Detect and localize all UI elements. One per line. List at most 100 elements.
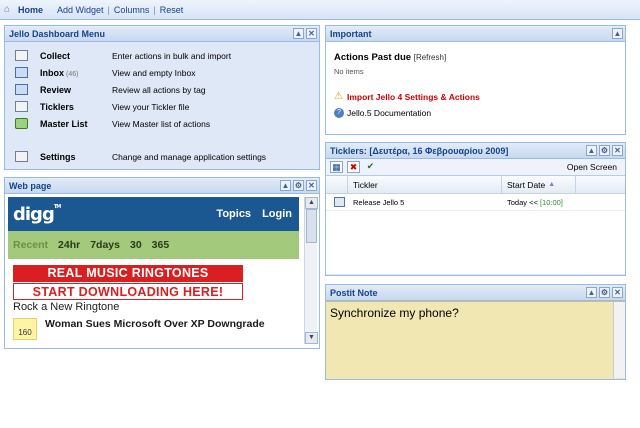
scroll-thumb[interactable] — [306, 209, 317, 243]
menu-label: Ticklers — [40, 101, 74, 112]
calendar-icon — [334, 197, 345, 207]
column-header-tickler[interactable]: Tickler — [348, 176, 502, 193]
column-header-start-date[interactable]: Start Date ▲ — [502, 176, 576, 193]
menu-desc: View and empty Inbox — [112, 67, 196, 78]
collapse-icon[interactable]: ▲ — [586, 287, 597, 298]
collapse-icon[interactable]: ▲ — [280, 180, 291, 191]
table-row[interactable]: Release Jello 5 Today << [10:00] — [326, 194, 625, 211]
menu-label: Master List — [40, 118, 88, 129]
story-title[interactable]: Woman Sues Microsoft Over XP Downgrade — [45, 318, 265, 330]
collapse-icon[interactable]: ▲ — [612, 28, 623, 39]
top-toolbar: ⌂ Home Add Widget | Columns | Reset — [0, 0, 640, 20]
home-link[interactable]: Home — [18, 5, 43, 15]
reset-link[interactable]: Reset — [160, 5, 184, 15]
panel-title: Web page — [9, 180, 52, 191]
menu-item-collect[interactable]: Collect Enter actions in bulk and import — [5, 47, 319, 64]
filter-7days[interactable]: 7days — [90, 239, 120, 251]
panel-header[interactable]: Postit Note ▲ ⚙ ✕ — [326, 285, 625, 301]
filter-365[interactable]: 365 — [152, 239, 170, 251]
scroll-down-icon[interactable]: ▼ — [305, 332, 318, 344]
settings-icon[interactable]: ⚙ — [293, 180, 304, 191]
grid-header: Tickler Start Date ▲ — [326, 176, 625, 194]
topics-link[interactable]: Topics — [216, 208, 251, 220]
warning-icon: ⚠ — [334, 91, 343, 102]
filter-24hr[interactable]: 24hr — [58, 239, 80, 251]
close-icon[interactable]: ✕ — [612, 287, 623, 298]
check-icon[interactable]: ✔ — [364, 161, 377, 173]
import-settings-link[interactable]: Import Jello 4 Settings & Actions — [347, 92, 480, 102]
menu-label: Inbox — [40, 67, 64, 78]
settings-icon — [15, 151, 28, 162]
collapse-icon[interactable]: ▲ — [293, 28, 304, 39]
collapse-icon[interactable]: ▲ — [586, 145, 597, 156]
menu-item-inbox[interactable]: Inbox (46) View and empty Inbox — [5, 64, 319, 81]
ticklers-panel: Ticklers: [Δευτέρα, 16 Φεβρουαρίου 2009]… — [325, 142, 626, 276]
add-widget-link[interactable]: Add Widget — [57, 5, 104, 15]
menu-label: Review — [40, 84, 72, 95]
close-icon[interactable]: ✕ — [306, 180, 317, 191]
menu-label: Collect — [40, 50, 71, 61]
panel-title: Important — [330, 28, 372, 39]
postit-textarea[interactable]: Synchronize my phone? — [326, 301, 625, 379]
master-list-icon — [15, 118, 28, 129]
postit-text: Synchronize my phone? — [330, 306, 459, 320]
digg-count[interactable]: 160 — [13, 318, 37, 340]
columns-link[interactable]: Columns — [114, 5, 150, 15]
ticklers-icon — [15, 101, 28, 112]
login-link[interactable]: Login — [262, 208, 292, 220]
ad-line-1: REAL MUSIC RINGTONES — [13, 265, 243, 282]
ringtone-text[interactable]: Rock a New Ringtone — [13, 301, 299, 313]
ticklers-grid: Tickler Start Date ▲ Release Jello 5 Tod… — [326, 176, 625, 274]
open-screen-button[interactable]: Open Screen — [567, 162, 617, 172]
vertical-scrollbar[interactable]: ▲ ▼ — [304, 197, 318, 344]
digg-logo-text: digg — [13, 203, 55, 225]
panel-header[interactable]: Ticklers: [Δευτέρα, 16 Φεβρουαρίου 2009]… — [326, 143, 625, 159]
import-row[interactable]: ⚠ Import Jello 4 Settings & Actions — [334, 91, 617, 103]
panel-header[interactable]: Jello Dashboard Menu ▲ ✕ — [5, 26, 319, 42]
separator: | — [107, 4, 110, 15]
home-icon[interactable]: ⌂ — [4, 4, 15, 15]
tickler-time: [10:00] — [539, 197, 563, 207]
menu-item-ticklers[interactable]: Ticklers View your Tickler file — [5, 98, 319, 115]
digg-logo[interactable]: diggTM — [13, 203, 61, 225]
no-items-text: No items — [334, 67, 364, 76]
vertical-scrollbar[interactable] — [613, 302, 625, 378]
menu-desc: Review all actions by tag — [112, 84, 206, 95]
menu-item-settings[interactable]: Settings Change and manage application s… — [5, 148, 319, 165]
grid-header-icon-col — [326, 176, 348, 193]
menu-item-master-list[interactable]: Master List View Master list of actions — [5, 115, 319, 132]
jello-menu-panel: Jello Dashboard Menu ▲ ✕ Collect Enter a… — [4, 25, 320, 170]
help-icon: ? — [334, 108, 344, 118]
ringtone-ad[interactable]: REAL MUSIC RINGTONES START DOWNLOADING H… — [13, 265, 243, 300]
documentation-link[interactable]: Jello.5 Documentation — [347, 108, 431, 118]
settings-icon[interactable]: ⚙ — [599, 287, 610, 298]
scroll-up-icon[interactable]: ▲ — [305, 197, 318, 209]
webpage-content: diggTM Topics Login Recent 24hr 7days 30… — [5, 194, 319, 348]
menu-item-review[interactable]: Review Review all actions by tag — [5, 81, 319, 98]
separator: | — [153, 4, 156, 15]
delete-icon[interactable]: ✖ — [347, 161, 360, 173]
column-header-label: Start Date — [507, 179, 546, 190]
doc-row[interactable]: ? Jello.5 Documentation — [334, 108, 617, 118]
menu-desc: Enter actions in bulk and import — [112, 50, 232, 61]
important-panel: Important ▲ Actions Past due [Refresh] N… — [325, 25, 626, 135]
sort-asc-icon: ▲ — [548, 181, 556, 188]
filter-30[interactable]: 30 — [130, 239, 142, 251]
panel-header[interactable]: Important ▲ — [326, 26, 625, 42]
refresh-link[interactable]: [Refresh] — [414, 53, 446, 62]
settings-icon[interactable]: ⚙ — [599, 145, 610, 156]
tickler-name: Release Jello 5 — [353, 197, 405, 207]
filter-recent[interactable]: Recent — [13, 239, 48, 251]
digg-time-filter: Recent 24hr 7days 30 365 — [8, 231, 299, 259]
past-due-heading: Actions Past due — [334, 52, 412, 63]
trademark: TM — [53, 203, 61, 210]
calendar-icon[interactable]: ▦ — [330, 161, 343, 173]
close-icon[interactable]: ✕ — [612, 145, 623, 156]
panel-title: Postit Note — [330, 287, 378, 298]
menu-label: Settings — [40, 151, 76, 162]
panel-header[interactable]: Web page ▲ ⚙ ✕ — [5, 178, 319, 194]
review-icon — [15, 84, 28, 95]
ticklers-toolbar: ▦ ✖ ✔ Open Screen — [326, 159, 625, 176]
story-item: 160 Woman Sues Microsoft Over XP Downgra… — [13, 318, 299, 340]
close-icon[interactable]: ✕ — [306, 28, 317, 39]
